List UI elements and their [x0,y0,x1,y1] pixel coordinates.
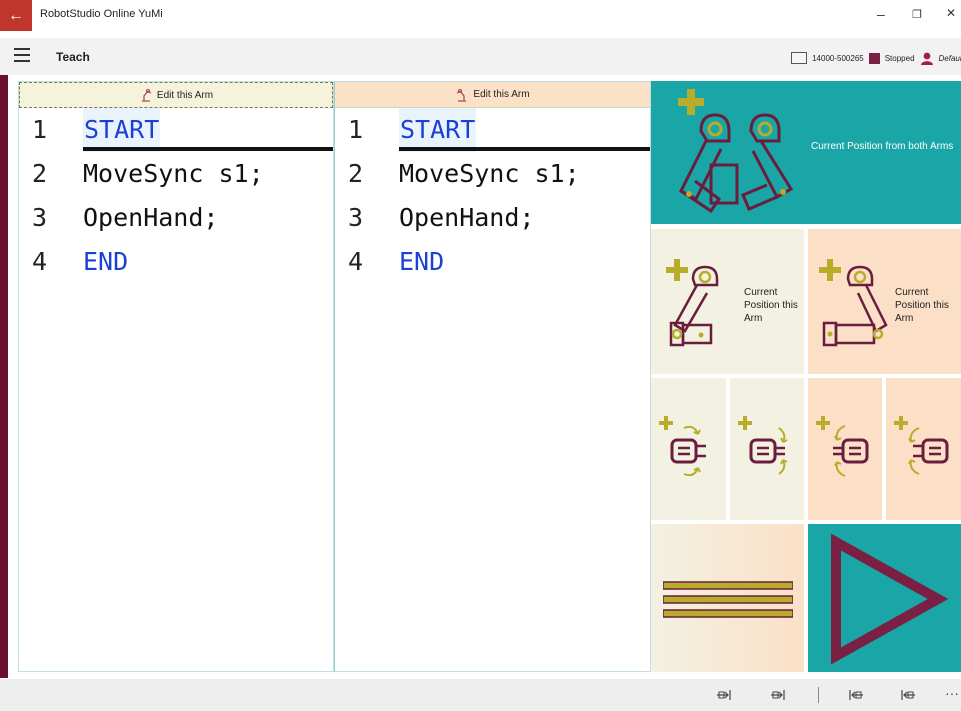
page-title: Teach [56,50,90,64]
edit-this-arm-label: Edit this Arm [473,89,530,100]
edit-this-arm-label: Edit this Arm [156,89,214,101]
step-backward-right-icon[interactable] [898,688,916,702]
line-text[interactable]: OpenHand; [83,196,218,240]
code-line[interactable]: 1 START [19,108,333,152]
restore-button[interactable]: ❐ [912,8,922,21]
code-line[interactable]: 1 START [335,108,650,152]
bottom-command-bar: ··· [0,679,961,711]
edit-this-arm-right-button[interactable]: Edit this Arm [335,82,650,108]
hamburger-menu-icon[interactable] [14,48,30,62]
line-number: 1 [348,115,364,144]
current-position-both-arms-tile[interactable]: Current Position from both Arms [651,81,961,224]
line-text[interactable]: MoveSync s1; [83,152,264,196]
user-icon [920,52,933,65]
controller-icon [791,52,808,64]
line-text[interactable]: START [83,108,161,152]
program-editor-right[interactable]: Edit this Arm 1 START 2 MoveSync s1; 3 Open… [334,81,651,672]
gripper-right-icon [816,416,869,477]
controller-state: Stopped [884,53,915,63]
line-number: 4 [348,247,364,276]
gripper-close-right-tile[interactable] [886,378,961,520]
app-title: RobotStudio Online YuMi [40,8,163,20]
current-position-right-arm-label: Current Position this Arm [895,287,949,324]
line-underline [399,147,650,151]
left-arm-robot-icon [666,259,719,347]
controller-id: 14000-500265 [812,53,864,63]
code-line[interactable]: 2 MoveSync s1; [335,152,650,196]
minimize-button[interactable]: – [877,6,885,22]
play-tile[interactable] [808,524,961,672]
current-position-left-arm-tile[interactable]: Current Position this Arm [651,229,804,374]
both-arms-robot-icon [678,89,794,214]
line-text[interactable]: MoveSync s1; [399,152,580,196]
gripper-close-left-tile[interactable] [730,378,804,520]
line-number: 3 [32,203,48,232]
more-options-button[interactable]: ··· [945,685,959,701]
gripper-right-close-icon [894,416,949,475]
code-lines[interactable]: 1 START 2 MoveSync s1; 3 OpenHand; 4 END [335,108,650,284]
line-number: 3 [348,203,364,232]
line-text[interactable]: END [399,240,444,284]
menu-lines-icon [663,581,793,618]
back-button[interactable]: ← [0,0,32,31]
line-number: 2 [32,159,48,188]
action-tiles: Current Position from both Arms Current … [651,81,961,672]
code-line[interactable]: 4 END [19,240,333,284]
line-number: 1 [32,115,48,144]
line-text[interactable]: START [399,108,477,152]
current-position-both-arms-label: Current Position from both Arms [811,141,954,152]
code-lines[interactable]: 1 START 2 MoveSync s1; 3 OpenHand; 4 END [19,108,333,284]
step-forward-left-icon[interactable] [716,688,734,702]
robot-arm-left-icon [141,89,152,102]
line-text[interactable]: END [83,240,128,284]
program-editor-left[interactable]: Edit this Arm 1 START 2 MoveSync s1; 3 Open… [18,81,334,672]
left-accent-strip [0,75,8,678]
gripper-left-icon [659,416,706,477]
close-button[interactable]: ✕ [946,6,956,20]
code-line[interactable]: 3 OpenHand; [335,196,650,240]
app-bar: Teach 14000-500265 Stopped Default User [0,38,961,75]
gripper-open-right-tile[interactable] [808,378,882,520]
code-line[interactable]: 2 MoveSync s1; [19,152,333,196]
line-number: 2 [348,159,364,188]
title-bar: ← RobotStudio Online YuMi – ❐ ✕ [0,0,961,31]
code-line[interactable]: 4 END [335,240,650,284]
robot-arm-right-icon [457,88,467,102]
stopped-icon [868,52,880,64]
line-underline [83,147,333,151]
step-backward-left-icon[interactable] [846,688,864,702]
status-area: 14000-500265 Stopped Default User [791,48,961,68]
line-number: 4 [32,247,48,276]
current-position-right-arm-tile[interactable]: Current Position this Arm [808,229,961,374]
current-position-left-arm-label: Current Position this Arm [744,287,798,324]
step-forward-right-icon[interactable] [770,688,788,702]
gripper-open-left-tile[interactable] [651,378,726,520]
edit-this-arm-left-button[interactable]: Edit this Arm [19,82,333,108]
user-name[interactable]: Default User [939,54,961,63]
code-line[interactable]: 3 OpenHand; [19,196,333,240]
command-separator [818,687,819,703]
program-menu-tile[interactable] [651,524,804,672]
right-arm-robot-icon [819,259,888,347]
play-icon [831,533,949,665]
gripper-close-icon [738,416,788,475]
line-text[interactable]: OpenHand; [399,196,534,240]
